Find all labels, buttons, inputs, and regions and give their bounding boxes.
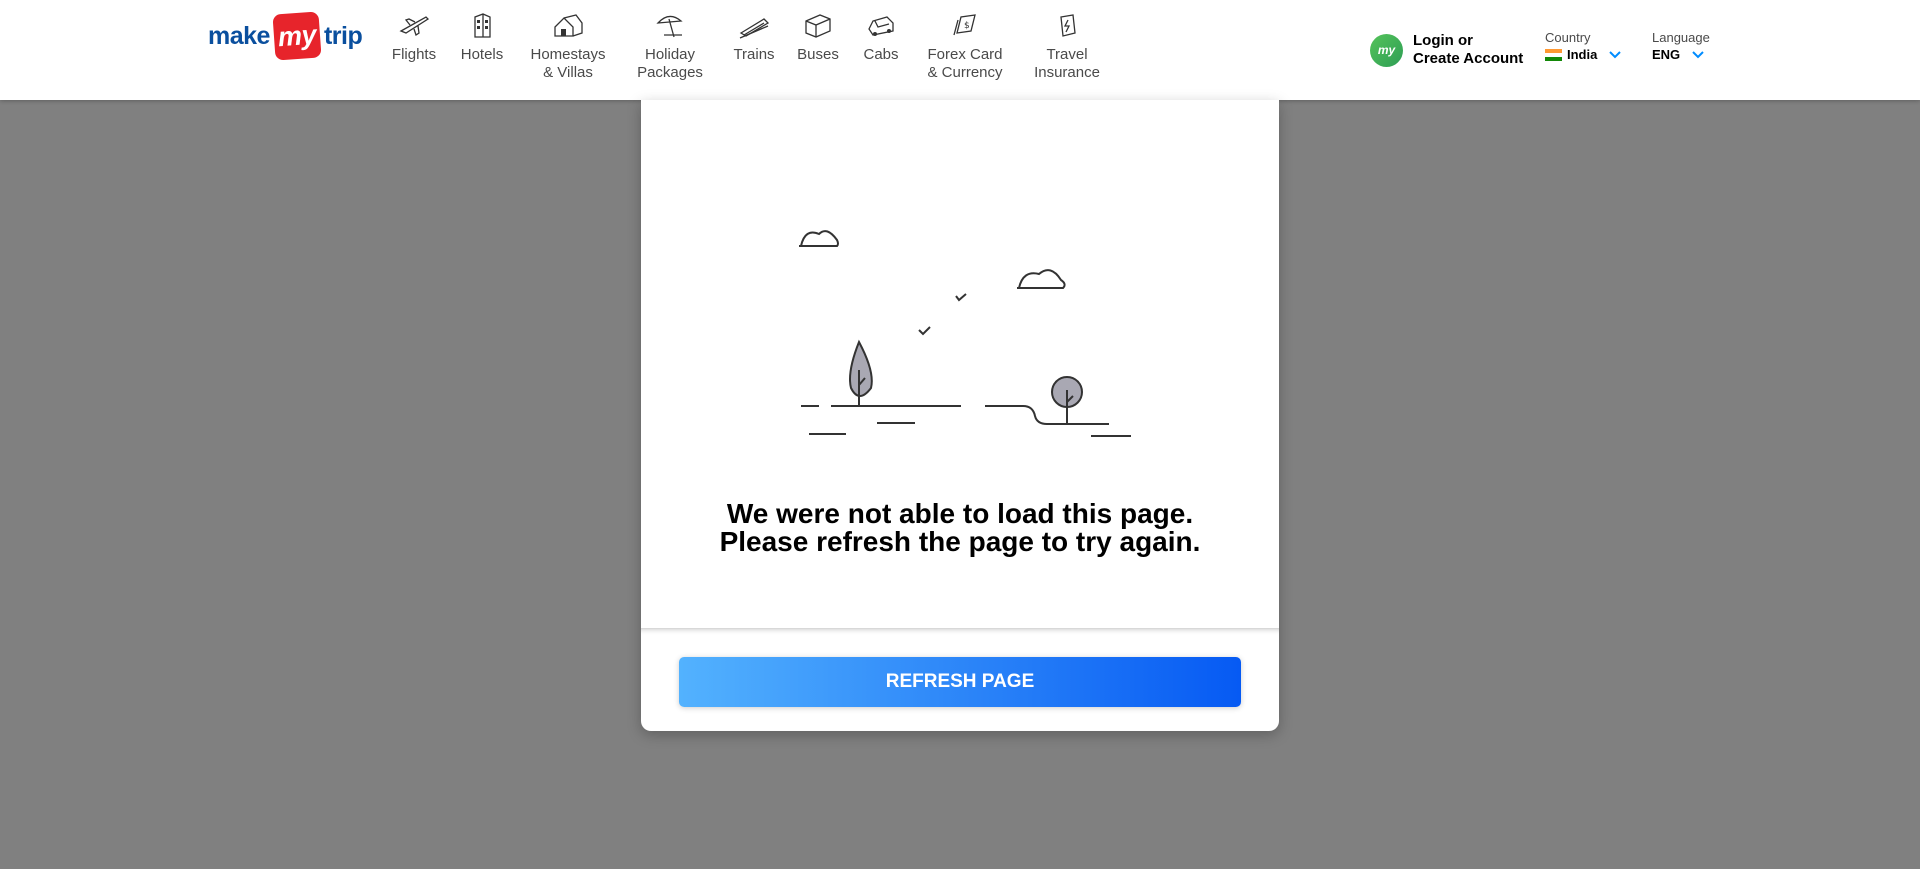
language-selector[interactable]: Language ENG: [1652, 30, 1710, 62]
language-value: ENG: [1652, 47, 1681, 62]
nav-label: Hotels: [460, 46, 504, 63]
nav-forex[interactable]: $ Forex Card & Currency: [922, 10, 1008, 82]
chevron-down-icon: [1609, 50, 1622, 58]
logo-my: my: [272, 11, 322, 61]
chevron-down-icon: [1692, 50, 1704, 58]
country-value: India: [1567, 47, 1598, 62]
nav-trains[interactable]: Trains: [729, 10, 779, 64]
nav-flights[interactable]: Flights: [389, 10, 439, 64]
nav-homestays[interactable]: Homestays & Villas: [527, 10, 609, 82]
bus-icon: [801, 10, 835, 40]
error-modal: We were not able to load this page. Plea…: [641, 100, 1279, 731]
nav-buses[interactable]: Buses: [794, 10, 842, 64]
train-icon: [737, 10, 771, 40]
nav-label: Holiday Packages: [637, 46, 703, 81]
myicon-avatar: my: [1370, 33, 1403, 67]
flight-icon: [397, 10, 431, 40]
svg-text:$: $: [964, 21, 970, 31]
error-message-line2: Please refresh the page to try again.: [719, 526, 1201, 557]
homestay-icon: [551, 10, 585, 40]
modal-footer: REFRESH PAGE: [641, 628, 1279, 731]
nav-hotels[interactable]: Hotels: [459, 10, 505, 64]
login-label: Login or Create Account: [1413, 32, 1524, 67]
nav-travel-insurance[interactable]: Travel Insurance: [1031, 10, 1103, 82]
makemytrip-logo[interactable]: make my trip: [208, 11, 363, 61]
error-body: We were not able to load this page. Plea…: [641, 100, 1279, 628]
nav-label: Buses: [797, 46, 839, 63]
india-flag-icon: [1545, 48, 1562, 61]
hotel-icon: [465, 10, 499, 40]
cab-icon: [864, 10, 898, 40]
nav-holiday-packages[interactable]: Holiday Packages: [632, 10, 708, 82]
logo-trip: trip: [323, 21, 363, 50]
country-selector[interactable]: Country India: [1545, 30, 1622, 62]
landscape-illustration: [799, 230, 1131, 437]
top-header: make my trip Flights Hotels Homestays & …: [0, 0, 1920, 100]
nav-label: Trains: [733, 46, 775, 63]
nav-label: Homestays & Villas: [530, 46, 606, 81]
nav-cabs[interactable]: Cabs: [859, 10, 903, 64]
insurance-icon: [1050, 10, 1084, 40]
forex-icon: $: [948, 10, 982, 40]
login-button[interactable]: my Login or Create Account: [1370, 32, 1523, 68]
holiday-icon: [653, 10, 687, 40]
error-message-line1: We were not able to load this page.: [726, 498, 1194, 529]
logo-make: make: [208, 21, 270, 50]
nav-label: Travel Insurance: [1034, 46, 1100, 81]
country-label: Country: [1545, 30, 1591, 45]
nav-label: Flights: [391, 46, 437, 63]
language-label: Language: [1652, 30, 1710, 45]
nav-label: Forex Card & Currency: [927, 46, 1003, 81]
refresh-page-button[interactable]: REFRESH PAGE: [679, 657, 1241, 707]
nav-label: Cabs: [863, 46, 899, 63]
